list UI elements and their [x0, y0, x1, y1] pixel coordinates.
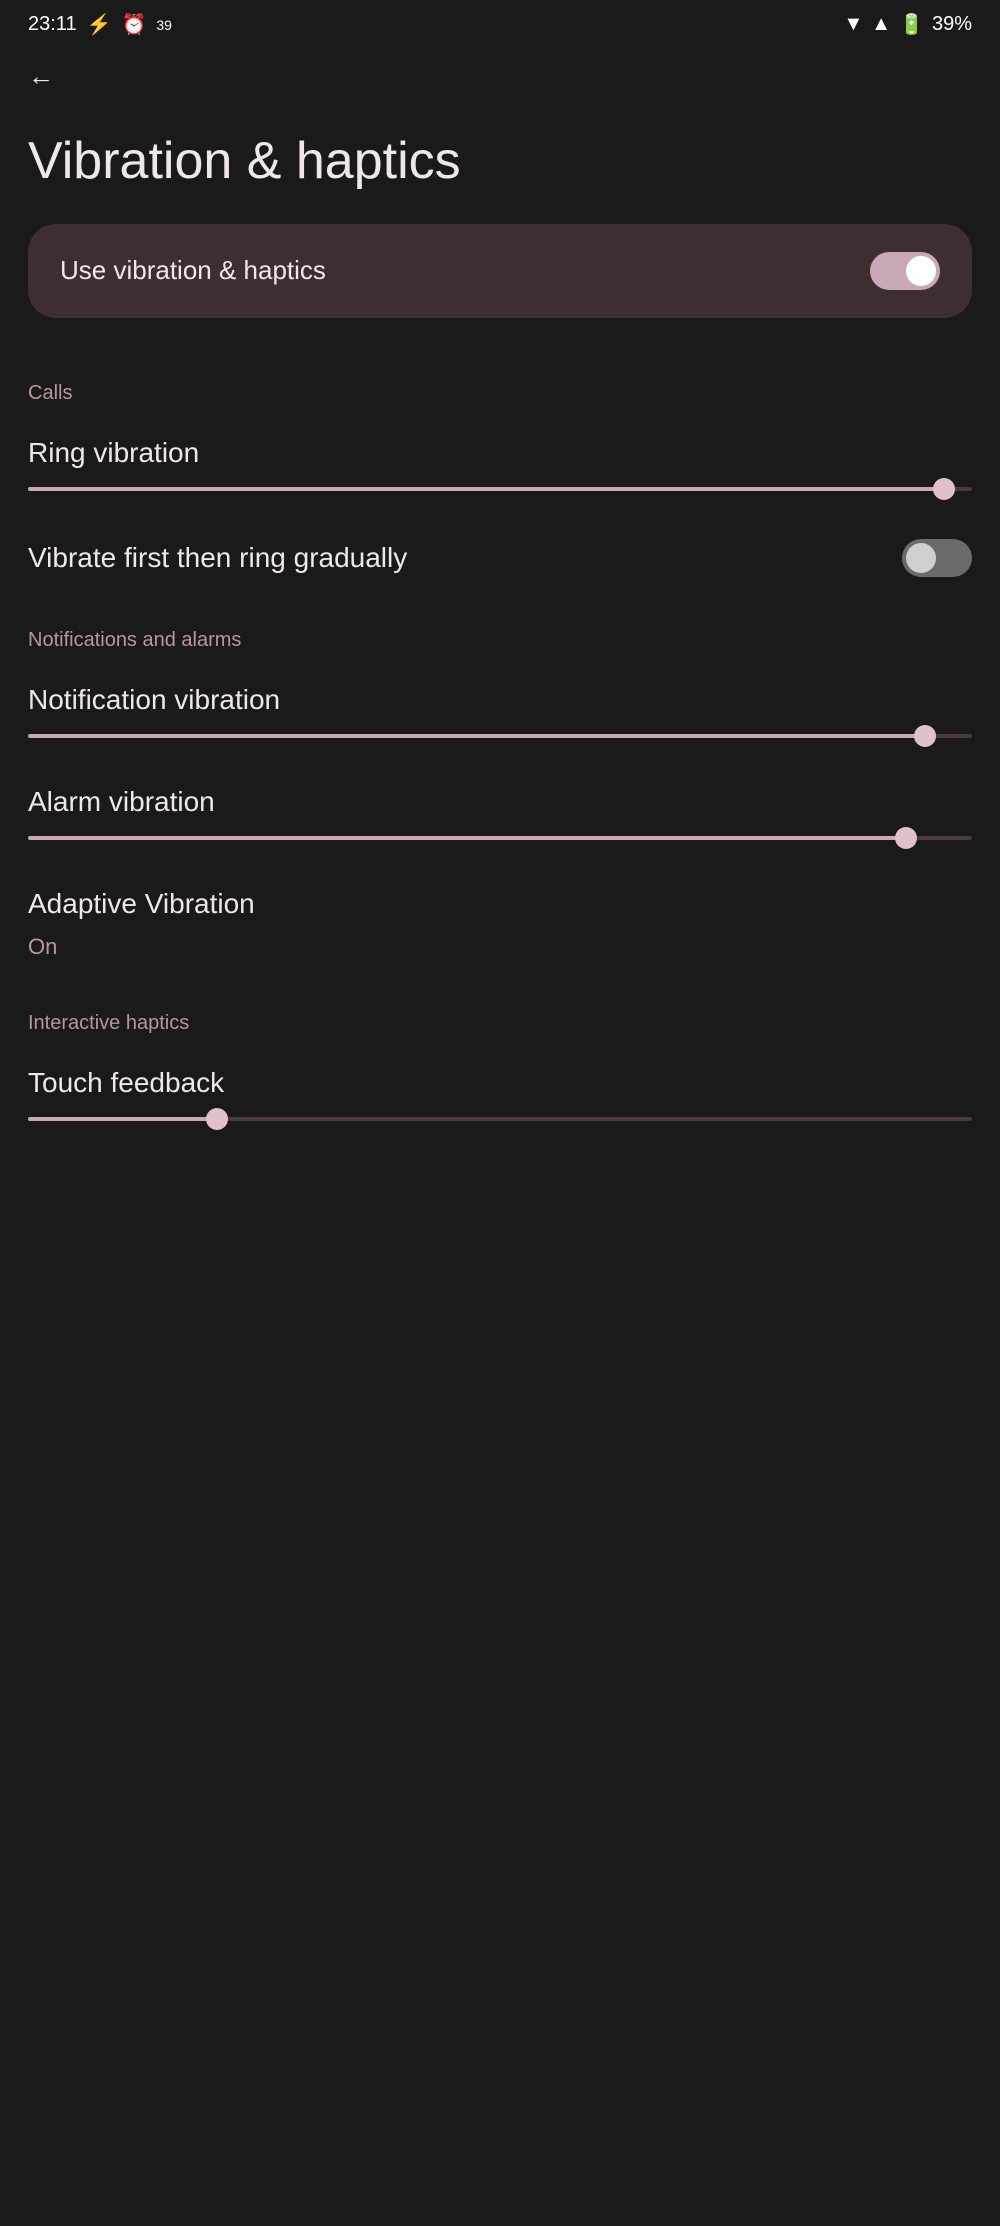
ring-vibration-slider-container[interactable]	[28, 483, 972, 511]
main-toggle-card[interactable]: Use vibration & haptics	[28, 224, 972, 318]
ring-vibration-thumb[interactable]	[933, 478, 955, 500]
status-time: 23:11	[28, 13, 77, 36]
status-right: ▼ ▲ 🔋 39%	[843, 12, 972, 37]
calls-section-header: Calls	[0, 374, 1000, 417]
charging-icon: ⚡	[87, 12, 112, 37]
status-bar: 23:11 ⚡ ⏰ 39 ▼ ▲ 🔋 39%	[0, 0, 1000, 45]
notification-vibration-item: Notification vibration	[0, 664, 1000, 766]
back-button[interactable]: ←	[0, 45, 1000, 100]
vibrate-first-toggle[interactable]	[902, 539, 972, 577]
vibrate-first-label: Vibrate first then ring gradually	[28, 542, 407, 574]
touch-feedback-fill	[28, 1117, 217, 1121]
main-toggle-switch[interactable]	[870, 252, 940, 290]
touch-feedback-track	[28, 1117, 972, 1121]
back-arrow-icon: ←	[28, 61, 54, 91]
touch-feedback-item: Touch feedback	[0, 1047, 1000, 1149]
haptics-section-header: Interactive haptics	[0, 1004, 1000, 1047]
touch-feedback-label: Touch feedback	[28, 1067, 972, 1099]
ring-vibration-item: Ring vibration	[0, 417, 1000, 519]
alarm-vibration-thumb[interactable]	[895, 827, 917, 849]
status-left: 23:11 ⚡ ⏰ 39	[28, 12, 172, 37]
vibrate-first-row[interactable]: Vibrate first then ring gradually	[0, 519, 1000, 597]
alarm-vibration-fill	[28, 836, 906, 840]
alarm-vibration-track	[28, 836, 972, 840]
vibrate-first-thumb	[906, 543, 936, 573]
alarm-icon: ⏰	[121, 12, 146, 37]
ring-vibration-track	[28, 487, 972, 491]
notification-vibration-slider-container[interactable]	[28, 730, 972, 758]
notification-vibration-label: Notification vibration	[28, 684, 972, 716]
ring-vibration-label: Ring vibration	[28, 437, 972, 469]
notifications-section-header: Notifications and alarms	[0, 621, 1000, 664]
notification-vibration-thumb[interactable]	[914, 725, 936, 747]
haptics-section-gap	[0, 980, 1000, 1004]
signal-icon: ▲	[871, 13, 891, 36]
page-title: Vibration & haptics	[0, 100, 1000, 224]
alarm-vibration-item: Alarm vibration	[0, 766, 1000, 868]
adaptive-vibration-sublabel: On	[28, 934, 972, 960]
notification-icon: 39	[156, 17, 172, 33]
calls-section-gap	[0, 350, 1000, 374]
battery-icon: 🔋	[899, 12, 924, 37]
ring-vibration-fill	[28, 487, 944, 491]
touch-feedback-thumb[interactable]	[206, 1108, 228, 1130]
adaptive-vibration-item[interactable]: Adaptive Vibration On	[0, 868, 1000, 980]
main-toggle-thumb	[906, 256, 936, 286]
notification-vibration-track	[28, 734, 972, 738]
notifications-section-gap	[0, 597, 1000, 621]
touch-feedback-slider-container[interactable]	[28, 1113, 972, 1141]
alarm-vibration-label: Alarm vibration	[28, 786, 972, 818]
adaptive-vibration-label: Adaptive Vibration	[28, 888, 972, 920]
wifi-icon: ▼	[843, 13, 863, 36]
alarm-vibration-slider-container[interactable]	[28, 832, 972, 860]
main-toggle-label: Use vibration & haptics	[60, 255, 326, 286]
battery-percent: 39%	[932, 13, 972, 36]
notification-vibration-fill	[28, 734, 925, 738]
